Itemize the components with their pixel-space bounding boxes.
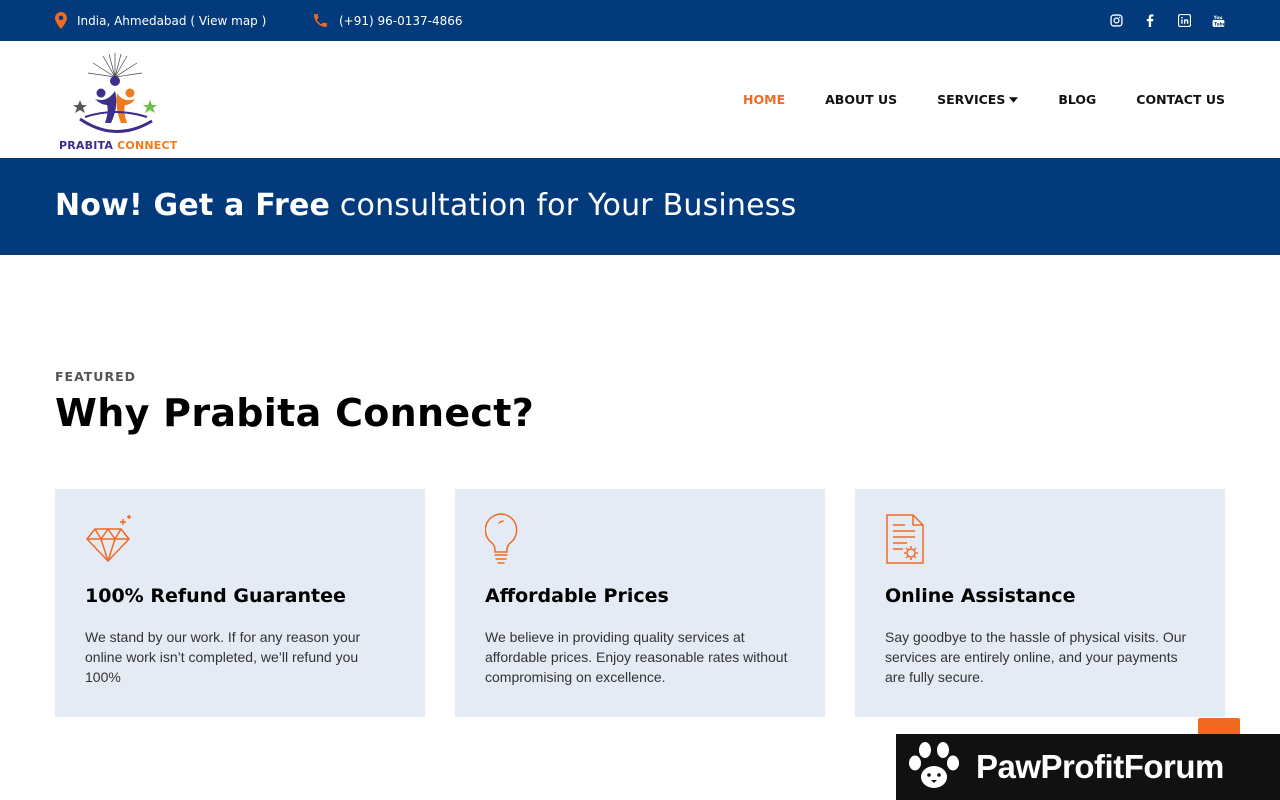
nav-about-us[interactable]: ABOUT US	[825, 92, 897, 107]
phone-text: (+91) 96-0137-4866	[339, 13, 463, 28]
location-text: India, Ahmedabad ( View map )	[77, 13, 267, 28]
logo-text-secondary: CONNECT	[117, 139, 178, 152]
map-pin-icon	[55, 12, 67, 29]
diamond-icon	[86, 515, 131, 562]
logo-text-primary: PRABITA	[59, 139, 114, 152]
nav-blog[interactable]: BLOG	[1058, 92, 1096, 107]
logo-emblem-icon	[73, 53, 157, 133]
nav-services-label: SERVICES	[937, 92, 1006, 107]
location-info[interactable]: India, Ahmedabad ( View map )	[55, 0, 266, 41]
top-bar: India, Ahmedabad ( View map ) (+91) 96-0…	[0, 0, 1280, 41]
social-links: You Tube	[1109, 0, 1225, 41]
watermark-text: PawProfitForum	[976, 748, 1224, 785]
banner-heading-rest: consultation for Your Business	[330, 188, 797, 223]
instagram-icon[interactable]	[1109, 14, 1123, 28]
feature-card-text: We stand by our work. If for any reason …	[85, 629, 361, 685]
feature-card-text: Say goodbye to the hassle of physical vi…	[885, 629, 1187, 685]
feature-card-assistance: Online Assistance Say goodbye to the has…	[855, 489, 1225, 717]
site-header: PRABITA CONNECT HOME ABOUT US SERVICES B…	[0, 41, 1280, 158]
main-nav: HOME ABOUT US SERVICES BLOG CONTACT US	[743, 41, 1225, 158]
watermark-banner: PawProfitForum	[896, 734, 1280, 800]
section-title: Why Prabita Connect?	[55, 391, 535, 435]
lightbulb-icon	[485, 513, 518, 564]
linkedin-icon[interactable]	[1177, 14, 1191, 28]
logo-text: PRABITA CONNECT	[59, 139, 177, 152]
banner-heading-bold: Now! Get a Free	[55, 188, 331, 223]
document-gear-icon	[886, 514, 924, 564]
feature-card-text: We believe in providing quality services…	[485, 629, 788, 685]
nav-contact-us[interactable]: CONTACT US	[1136, 92, 1225, 107]
section-eyebrow: FEATURED	[55, 369, 136, 384]
consultation-banner: Now! Get a Free consultation for Your Bu…	[0, 158, 1280, 255]
logo[interactable]: PRABITA CONNECT	[55, 51, 180, 155]
caret-down-icon	[1009, 96, 1019, 103]
paw-icon	[909, 742, 959, 788]
youtube-icon[interactable]: You Tube	[1211, 14, 1225, 28]
feature-card-prices: Affordable Prices We believe in providin…	[455, 489, 825, 717]
phone-info[interactable]: (+91) 96-0137-4866	[312, 0, 463, 41]
svg-text:Tube: Tube	[1214, 21, 1225, 27]
feature-card-title: Affordable Prices	[485, 585, 669, 607]
feature-card-title: 100% Refund Guarantee	[85, 585, 346, 607]
nav-home[interactable]: HOME	[743, 92, 785, 107]
phone-icon	[314, 14, 327, 27]
banner-heading: Now! Get a Free consultation for Your Bu…	[55, 188, 796, 223]
feature-card-refund: 100% Refund Guarantee We stand by our wo…	[55, 489, 425, 717]
feature-card-title: Online Assistance	[885, 585, 1076, 607]
facebook-icon[interactable]	[1143, 14, 1157, 28]
nav-services[interactable]: SERVICES	[937, 92, 1019, 107]
